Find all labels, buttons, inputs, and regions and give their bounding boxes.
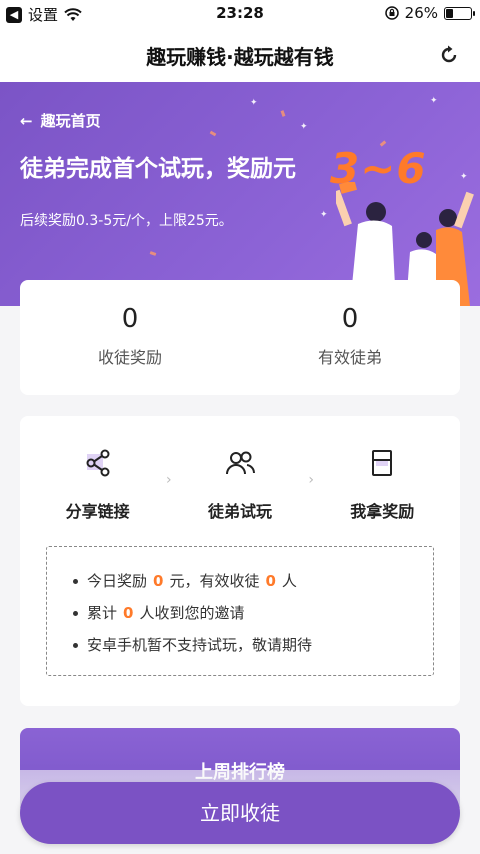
stat-valid-apprentices: 0 有效徒弟 — [240, 280, 460, 395]
confetti-decoration — [280, 110, 286, 117]
stat-label: 收徒奖励 — [97, 348, 162, 367]
banner-subtitle: 后续奖励0.3-5元/个，上限25元。 — [20, 213, 233, 229]
nav-bar: 趣玩赚钱·越玩越有钱 — [0, 28, 480, 82]
step-apprentice-trial: 徒弟试玩 — [185, 448, 295, 522]
tip-invite-count: 累计 0 人收到您的邀请 — [73, 597, 433, 629]
back-home-label: 趣玩首页 — [40, 112, 101, 130]
battery-percent: 26% — [404, 4, 438, 22]
valid-apprentice-value: 0 — [265, 572, 276, 590]
tips-box: 今日奖励 0 元，有效收徒 0 人 累计 0 人收到您的邀请 安卓手机暂不支持试玩，敬请期待 — [46, 546, 434, 676]
sparkle-icon: ✦ — [320, 210, 328, 220]
chevron-right-icon: › — [166, 472, 172, 488]
steps-card: 分享链接 › 徒弟试玩 › 我拿奖励 今日奖励 0 元，有效收徒 0 人 累计 … — [20, 416, 460, 706]
reward-box-icon — [372, 450, 393, 476]
battery-icon — [444, 6, 475, 20]
invite-count-value: 0 — [123, 604, 134, 622]
page-title: 趣玩赚钱·越玩越有钱 — [146, 45, 334, 69]
stat-apprentice-reward: 0 收徒奖励 — [20, 280, 240, 395]
stat-value: 0 — [121, 304, 139, 334]
back-home-link[interactable]: ← 趣玩首页 — [20, 110, 101, 131]
sparkle-icon: ✦ — [250, 98, 258, 108]
stat-value: 0 — [341, 304, 359, 334]
today-reward-value: 0 — [153, 572, 164, 590]
rotation-lock-icon — [384, 6, 399, 20]
tip-text: 人收到您的邀请 — [139, 604, 245, 622]
sparkle-icon: ✦ — [460, 172, 468, 182]
refresh-icon[interactable] — [438, 44, 460, 66]
tip-text: 元，有效收徒 — [169, 572, 260, 590]
step-label: 徒弟试玩 — [207, 502, 272, 521]
tip-text: 今日奖励 — [87, 572, 148, 590]
tip-android-notice: 安卓手机暂不支持试玩，敬请期待 — [73, 629, 433, 661]
tip-today-reward: 今日奖励 0 元，有效收徒 0 人 — [73, 565, 433, 597]
recruit-now-button[interactable]: 立即收徒 — [20, 782, 460, 844]
arrow-left-icon: ← — [20, 111, 33, 130]
sparkle-icon: ✦ — [430, 96, 438, 106]
tip-text: 累计 — [87, 604, 118, 622]
step-label: 我拿奖励 — [350, 502, 415, 521]
tip-text: 人 — [281, 572, 297, 590]
status-bar: ◀ 设置 23:28 26% — [0, 0, 480, 28]
users-icon — [225, 451, 255, 475]
confetti-decoration — [149, 251, 157, 256]
stat-label: 有效徒弟 — [317, 348, 382, 367]
steps-row: 分享链接 › 徒弟试玩 › 我拿奖励 — [20, 448, 460, 522]
sparkle-icon: ✦ — [300, 122, 308, 132]
promo-banner: ✦ ✦ ✦ ✦ ✦ ✦ ← 趣玩首页 徒弟完成首个试玩，奖励元 3~6 后续奖励… — [0, 82, 480, 306]
step-share-link: 分享链接 — [43, 448, 153, 522]
stats-card: 0 收徒奖励 0 有效徒弟 — [20, 280, 460, 395]
banner-title: 徒弟完成首个试玩，奖励元 — [20, 156, 296, 182]
step-label: 分享链接 — [65, 502, 130, 521]
confetti-decoration — [209, 130, 217, 137]
step-get-reward: 我拿奖励 — [327, 448, 437, 522]
battery-level — [446, 8, 453, 18]
chevron-right-icon: › — [308, 472, 314, 488]
share-icon — [86, 449, 110, 477]
